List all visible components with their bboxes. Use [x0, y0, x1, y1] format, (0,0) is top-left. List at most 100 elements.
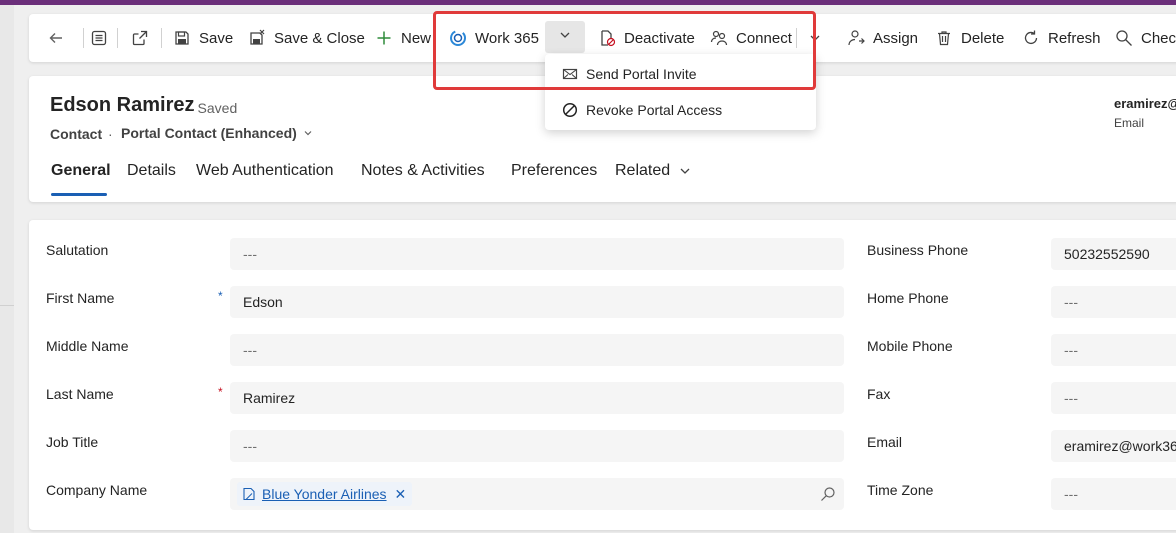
- last-name-label: Last Name: [46, 386, 114, 402]
- time-zone-field[interactable]: ---: [1051, 478, 1176, 510]
- divider: [83, 28, 84, 48]
- divider: [117, 28, 118, 48]
- refresh-button[interactable]: Refresh: [1022, 14, 1101, 62]
- assign-label: Assign: [873, 29, 919, 47]
- edge-divider: [0, 305, 14, 306]
- form-view-button[interactable]: [90, 14, 116, 62]
- tab-web-authentication[interactable]: Web Authentication: [196, 162, 334, 180]
- mobile-phone-label: Mobile Phone: [867, 338, 953, 354]
- chevron-down-icon: [559, 28, 571, 46]
- delete-label: Delete: [961, 29, 1005, 47]
- open-new-window-button[interactable]: [131, 14, 157, 62]
- first-name-label: First Name: [46, 290, 115, 306]
- mail-icon: [562, 66, 578, 82]
- delete-button[interactable]: Delete: [935, 14, 1004, 62]
- refresh-icon: [1022, 29, 1040, 47]
- home-phone-field[interactable]: ---: [1051, 286, 1176, 318]
- search-icon[interactable]: [820, 486, 836, 505]
- deactivate-icon: [598, 29, 616, 47]
- save-close-icon: [248, 29, 266, 47]
- required-marker: *: [218, 385, 223, 399]
- job-title-label: Job Title: [46, 434, 99, 450]
- home-phone-label: Home Phone: [867, 290, 949, 306]
- remove-icon[interactable]: ✕: [395, 486, 407, 503]
- salutation-label: Salutation: [46, 242, 109, 258]
- tab-preferences[interactable]: Preferences: [511, 162, 597, 180]
- back-button[interactable]: [47, 14, 73, 62]
- tab-notes-activities[interactable]: Notes & Activities: [361, 162, 485, 180]
- save-close-label: Save & Close: [274, 29, 365, 47]
- chevron-down-icon: [809, 32, 821, 44]
- send-portal-invite-item[interactable]: Send Portal Invite: [545, 56, 816, 92]
- back-arrow-icon: [47, 29, 65, 47]
- send-portal-invite-label: Send Portal Invite: [586, 66, 697, 82]
- email-field[interactable]: eramirez@work36: [1051, 430, 1176, 462]
- middle-name-field[interactable]: ---: [230, 334, 844, 366]
- header-email-label: Email: [1114, 116, 1145, 130]
- work365-dropdown-toggle[interactable]: [545, 21, 585, 53]
- connect-people-icon: [710, 29, 728, 47]
- save-close-button[interactable]: Save & Close: [248, 14, 365, 62]
- tab-general[interactable]: General: [51, 162, 111, 180]
- company-name-label: Company Name: [46, 482, 148, 498]
- company-link[interactable]: Blue Yonder Airlines: [262, 486, 387, 502]
- form-selector-label: Portal Contact (Enhanced): [121, 125, 297, 141]
- refresh-label: Refresh: [1048, 29, 1101, 47]
- work365-button[interactable]: Work 365: [449, 14, 539, 62]
- general-section: Salutation --- First Name * Edson Middle…: [29, 220, 1176, 530]
- check-search-icon: [1115, 29, 1133, 47]
- entity-separator: ·: [108, 126, 113, 142]
- assign-person-icon: [847, 29, 865, 47]
- record-title: Edson Ramirez: [50, 94, 195, 116]
- trash-icon: [935, 29, 953, 47]
- deactivate-label: Deactivate: [624, 29, 695, 47]
- work365-logo-icon: [449, 29, 467, 47]
- check-label: Check: [1141, 29, 1176, 47]
- check-button[interactable]: Check: [1115, 14, 1176, 62]
- record-save-status: - Saved: [189, 100, 238, 116]
- mobile-phone-field[interactable]: ---: [1051, 334, 1176, 366]
- email-label: Email: [867, 434, 903, 450]
- record-entity: Contact: [50, 126, 103, 142]
- account-icon: [242, 487, 256, 501]
- fax-label: Fax: [867, 386, 891, 402]
- active-tab-indicator: [51, 193, 107, 196]
- first-name-field[interactable]: Edson: [230, 286, 844, 318]
- block-icon: [562, 102, 578, 118]
- business-phone-label: Business Phone: [867, 242, 969, 258]
- work365-dropdown-menu: Send Portal Invite Revoke Portal Access: [545, 54, 816, 130]
- tab-related-label: Related: [615, 162, 671, 179]
- plus-icon: [375, 29, 393, 47]
- revoke-portal-access-item[interactable]: Revoke Portal Access: [545, 92, 816, 128]
- left-edge-panel: [0, 5, 14, 533]
- new-button[interactable]: New: [375, 14, 431, 62]
- form-selector[interactable]: Portal Contact (Enhanced): [121, 125, 313, 141]
- company-name-lookup[interactable]: Blue Yonder Airlines ✕: [230, 478, 844, 510]
- pop-out-icon: [131, 29, 149, 47]
- tab-related[interactable]: Related: [615, 162, 691, 180]
- lookup-tag: Blue Yonder Airlines ✕: [237, 482, 413, 506]
- save-label: Save: [199, 29, 234, 47]
- revoke-portal-access-label: Revoke Portal Access: [586, 102, 723, 118]
- new-label: New: [401, 29, 432, 47]
- chevron-down-icon: [303, 125, 313, 141]
- tab-details[interactable]: Details: [127, 162, 176, 180]
- app-top-bar: [0, 0, 1176, 5]
- business-phone-field[interactable]: 50232552590: [1051, 238, 1176, 270]
- divider: [161, 28, 162, 48]
- form-icon: [90, 29, 108, 47]
- middle-name-label: Middle Name: [46, 338, 129, 354]
- work365-label: Work 365: [475, 29, 539, 47]
- chevron-down-icon: [679, 165, 691, 177]
- fax-field[interactable]: ---: [1051, 382, 1176, 414]
- assign-button[interactable]: Assign: [847, 14, 918, 62]
- save-button[interactable]: Save: [173, 14, 233, 62]
- save-icon: [173, 29, 191, 47]
- divider: [796, 28, 797, 48]
- job-title-field[interactable]: ---: [230, 430, 844, 462]
- recommended-marker: *: [218, 289, 223, 303]
- time-zone-label: Time Zone: [867, 482, 934, 498]
- connect-label: Connect: [736, 29, 792, 47]
- last-name-field[interactable]: Ramirez: [230, 382, 844, 414]
- salutation-field[interactable]: ---: [230, 238, 844, 270]
